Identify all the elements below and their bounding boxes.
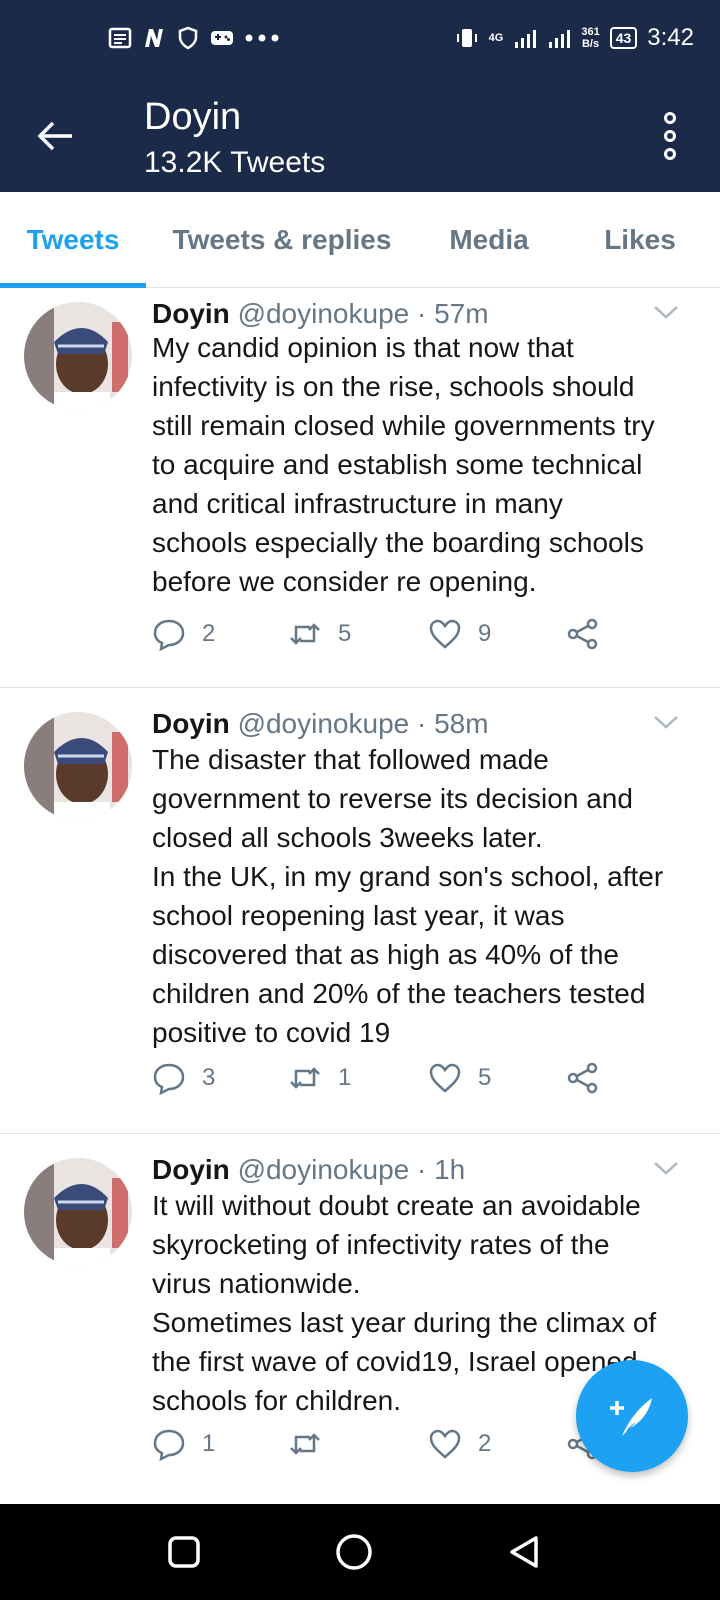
reply-icon (153, 619, 185, 651)
dot-icon (664, 112, 676, 124)
like-button[interactable]: 5 (428, 1058, 491, 1098)
like-button[interactable]: 9 (428, 614, 491, 654)
clock: 3:42 (647, 24, 694, 51)
share-button[interactable] (566, 614, 600, 654)
dot-icon (664, 130, 676, 142)
like-count: 9 (478, 620, 492, 647)
author-handle[interactable]: @doyinokupe (238, 1154, 410, 1185)
n-app-icon (145, 29, 163, 47)
signal-icon-2 (549, 30, 571, 48)
system-nav-bar (0, 1504, 720, 1600)
tweet-time: · 57m (417, 298, 489, 329)
compose-feather-icon (610, 1398, 652, 1436)
retweet-icon (290, 623, 320, 645)
author-name[interactable]: Doyin (152, 1154, 230, 1185)
dot-icon (664, 148, 676, 160)
tab-likes[interactable]: Likes (560, 192, 720, 288)
back-nav-button[interactable] (504, 1532, 544, 1572)
avatar-image (24, 1158, 132, 1266)
arrow-left-icon (37, 121, 72, 151)
network-speed-unit: B/s (581, 38, 600, 50)
tweet-item[interactable]: Doyin @doyinokupe · 58m The disaster tha… (0, 688, 720, 1134)
notification-icons (108, 26, 280, 50)
avatar-image (24, 302, 132, 410)
profile-tabs: Tweets Tweets & replies Media Likes (0, 192, 720, 288)
avatar[interactable] (24, 712, 132, 820)
author-name[interactable]: Doyin (152, 298, 230, 329)
system-status: 4G 361 B/s 43 3:42 (455, 24, 694, 52)
retweet-button[interactable] (288, 1424, 338, 1464)
tweet-text: My candid opinion is that now that infec… (152, 332, 655, 597)
vibrate-icon (456, 29, 477, 47)
tab-tweets-replies[interactable]: Tweets & replies (146, 192, 418, 288)
chevron-down-icon[interactable] (652, 1154, 680, 1182)
author-handle[interactable]: @doyinokupe (238, 708, 410, 739)
share-icon (567, 1062, 598, 1094)
gamepad-icon (211, 31, 233, 45)
tweet-header: Doyin @doyinokupe · 58m (152, 708, 489, 740)
battery-indicator: 43 (609, 27, 638, 49)
tweet-time: · 1h (417, 1154, 466, 1185)
heart-icon (429, 1063, 461, 1093)
avatar[interactable] (24, 302, 132, 410)
reply-button[interactable]: 1 (152, 1424, 215, 1464)
tab-tweets[interactable]: Tweets (0, 192, 146, 288)
avatar-image (24, 712, 132, 820)
share-icon (567, 618, 598, 650)
retweet-icon (290, 1067, 320, 1089)
tweet-time: · 58m (417, 708, 489, 739)
retweet-button[interactable]: 1 (288, 1058, 351, 1098)
news-icon (108, 27, 132, 49)
profile-name: Doyin (144, 96, 242, 138)
shield-icon (178, 26, 198, 50)
like-count: 2 (478, 1430, 492, 1457)
back-button[interactable] (36, 116, 76, 156)
overflow-menu-button[interactable] (660, 112, 680, 160)
profile-header: Doyin 13.2K Tweets (0, 80, 720, 192)
signal-icon (515, 30, 537, 48)
reply-count: 2 (202, 620, 216, 647)
heart-icon (429, 619, 461, 649)
more-notifications-icon (245, 34, 279, 42)
home-button[interactable] (334, 1532, 374, 1572)
reply-icon (153, 1063, 185, 1095)
avatar[interactable] (24, 1158, 132, 1266)
network-speed-value: 361 (581, 26, 600, 38)
heart-icon (429, 1429, 461, 1459)
compose-tweet-button[interactable] (576, 1360, 688, 1472)
network-type: 4G (488, 32, 504, 44)
tweet-item[interactable]: Doyin @doyinokupe · 57m My candid opinio… (0, 288, 720, 688)
tweet-header: Doyin @doyinokupe · 57m (152, 298, 489, 330)
tweet-header: Doyin @doyinokupe · 1h (152, 1154, 465, 1186)
tweet-actions: 3 1 5 (152, 1058, 652, 1098)
author-name[interactable]: Doyin (152, 708, 230, 739)
like-count: 5 (478, 1064, 492, 1091)
tweet-actions: 2 5 9 (152, 614, 652, 654)
reply-button[interactable]: 2 (152, 614, 215, 654)
reply-icon (153, 1429, 185, 1461)
recent-apps-button[interactable] (164, 1532, 204, 1572)
retweet-button[interactable]: 5 (288, 614, 351, 654)
status-bar: 4G 361 B/s 43 3:42 (0, 0, 720, 80)
chevron-down-icon[interactable] (652, 708, 680, 736)
retweet-icon (290, 1433, 320, 1455)
tweet-count: 13.2K Tweets (144, 146, 326, 179)
reply-count: 1 (202, 1430, 216, 1457)
reply-button[interactable]: 3 (152, 1058, 215, 1098)
tab-media[interactable]: Media (418, 192, 560, 288)
retweet-count: 1 (338, 1064, 352, 1091)
tweet-text: The disaster that followed made governme… (152, 744, 664, 1048)
author-handle[interactable]: @doyinokupe (238, 298, 410, 329)
retweet-count: 5 (338, 620, 352, 647)
reply-count: 3 (202, 1064, 216, 1091)
share-button[interactable] (566, 1058, 600, 1098)
network-speed: 361 B/s (581, 26, 599, 50)
like-button[interactable]: 2 (428, 1424, 491, 1464)
chevron-down-icon[interactable] (652, 298, 680, 326)
